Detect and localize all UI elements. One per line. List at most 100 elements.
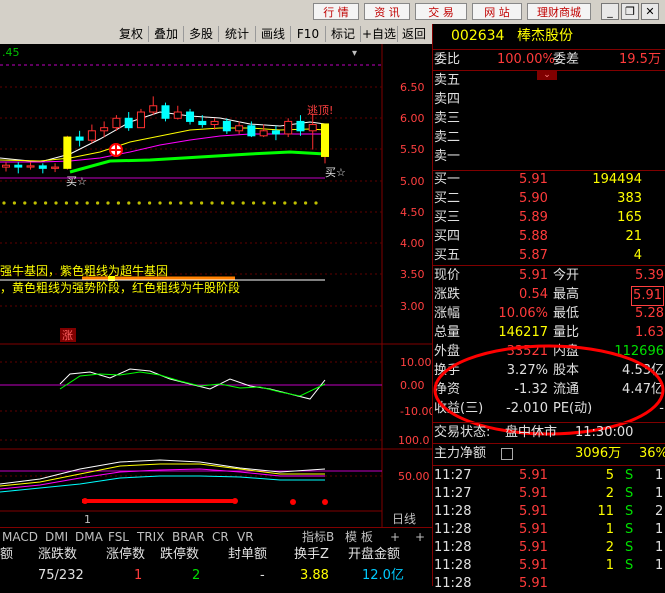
stats-header-1: 涨跌数 [38, 547, 78, 562]
tab-template[interactable]: 模 板 [345, 528, 373, 546]
scroll-down-icon[interactable]: ▾ [352, 48, 357, 59]
buy-row-4: 买四 5.88 21 [433, 228, 665, 246]
sell-row-3: 卖三 [433, 110, 665, 128]
tick-count: 1 [655, 486, 664, 501]
tick-price: 5.91 [519, 486, 548, 501]
tick-side: S [625, 522, 634, 537]
stats-button[interactable]: 统计 [219, 26, 256, 42]
y-tick-450: 4.50 [400, 206, 425, 219]
tab-add-1[interactable]: + [390, 528, 400, 546]
sell-label: 卖一 [434, 149, 461, 164]
tab-dmi[interactable]: DMI [45, 528, 68, 546]
weicha-value: 19.5万 [619, 52, 661, 67]
yellow-dot [137, 201, 141, 205]
minimize-icon[interactable]: _ [601, 3, 619, 20]
ind1-tick-10: 10.00 [400, 356, 432, 369]
tab-macd[interactable]: MACD [2, 528, 38, 546]
yellow-dot [220, 201, 224, 205]
yellow-dot [283, 201, 287, 205]
trade-button[interactable]: 交 易 [415, 3, 467, 20]
candle-body [136, 111, 145, 129]
quote-label-1: 总量 [434, 325, 461, 340]
restore-icon[interactable]: ❐ [621, 3, 639, 20]
quote-value-1: 10.06% [498, 306, 548, 321]
tick-volume: 2 [605, 540, 614, 555]
list-icon[interactable] [501, 448, 513, 460]
tick-row: 11:27 5.91 5 S 1 [433, 467, 665, 485]
yellow-dot [314, 201, 318, 205]
close-icon[interactable]: ✕ [641, 3, 659, 20]
tab-dma[interactable]: DMA [75, 528, 103, 546]
zhang-badge: 涨 [62, 329, 73, 342]
draw-line-button[interactable]: 画线 [256, 26, 291, 42]
yellow-dot [148, 201, 152, 205]
sell-row-4: 卖四 [433, 91, 665, 109]
y-tick-400: 4.00 [400, 237, 425, 250]
tick-count: 1 [655, 540, 664, 555]
quote-label-2: 今开 [553, 268, 580, 283]
stock-title: 002634 棒杰股份 [433, 27, 665, 45]
buy-label: 买二 [434, 191, 461, 206]
buy-price: 5.87 [519, 248, 548, 263]
quote-button[interactable]: 行 情 [313, 3, 359, 20]
stats-value-1: 75/232 [38, 568, 84, 583]
ma-green-thick-line [69, 150, 326, 174]
y-tick-350: 3.50 [400, 268, 425, 281]
candle-body [284, 120, 293, 135]
stats-value-6: 12.0亿 [362, 568, 404, 583]
back-button[interactable]: 返回 [398, 26, 430, 42]
tab-cr[interactable]: CR [212, 528, 229, 546]
period-label[interactable]: 日线 [392, 512, 416, 526]
yellow-dot [262, 201, 266, 205]
stock-code: 002634 [451, 28, 505, 44]
tab-fsl[interactable]: FSL [108, 528, 129, 546]
candle-body [222, 120, 231, 132]
stats-header-0: 额 [0, 547, 14, 562]
stats-header-4: 封单额 [228, 547, 268, 562]
tick-price: 5.91 [519, 522, 548, 537]
add-watchlist-button[interactable]: +自选 [361, 26, 398, 42]
buy-label-2: 买☆ [325, 166, 346, 179]
mark-button[interactable]: 标记 [326, 26, 361, 42]
tick-count: 1 [655, 522, 664, 537]
buy-price: 5.90 [519, 191, 548, 206]
stats-header-row: 额 涨跌数 涨停数 跌停数 封单额 换手Z 开盘金额 [0, 545, 432, 565]
yellow-dot-row [2, 201, 318, 205]
quote-label-1: 涨跌 [434, 287, 461, 302]
candle-body [321, 123, 329, 157]
candle-body [14, 164, 23, 168]
gene-text-line2: ，黄色粗线为强势阶段，红色粗线为牛股阶段 [0, 280, 240, 295]
news-button[interactable]: 资 讯 [364, 3, 410, 20]
quote-value-2: 5.39 [635, 268, 664, 283]
kline-chart[interactable]: .45 ▾ 逃顶! 买☆ 买☆ 强牛基因，紫色粗线为超牛基因 ，黄色粗线为强势阶… [0, 44, 435, 556]
quote-label-2: 最高 [553, 287, 580, 302]
tab-indicator-b[interactable]: 指标B [302, 528, 334, 546]
tick-row: 11:28 5.91 1 S 1 [433, 557, 665, 575]
mall-button[interactable]: 理财商城 [527, 3, 591, 20]
tab-add-2[interactable]: + [415, 528, 425, 546]
yellow-dot [96, 201, 100, 205]
overlay-button[interactable]: 叠加 [149, 26, 184, 42]
tick-price: 5.91 [519, 468, 548, 483]
tab-vr[interactable]: VR [237, 528, 254, 546]
f10-button[interactable]: F10 [291, 26, 326, 42]
multi-stock-button[interactable]: 多股 [184, 26, 219, 42]
fuquan-button[interactable]: 复权 [114, 26, 149, 42]
tab-brar[interactable]: BRAR [172, 528, 205, 546]
candle-body [38, 165, 47, 169]
quote-row-2: 涨幅 10.06% 最低 5.28 [433, 305, 665, 323]
yellow-dot [12, 201, 16, 205]
tick-side: S [625, 540, 634, 555]
ind1-tick-0: 0.00 [400, 379, 425, 392]
tick-price: 5.91 [519, 576, 548, 591]
tick-time: 11:28 [434, 540, 472, 555]
weibi-value: 100.00% [497, 52, 555, 67]
tick-price: 5.91 [519, 504, 548, 519]
tab-trix[interactable]: TRIX [137, 528, 164, 546]
website-button[interactable]: 网 站 [472, 3, 522, 20]
weibi-row: 委比 100.00% 委差 19.5万 [434, 52, 661, 67]
y-tick-650: 6.50 [400, 81, 425, 94]
yellow-dot [85, 201, 89, 205]
stats-header-6: 开盘金额 [348, 547, 401, 562]
tick-row: 11:27 5.91 2 S 1 [433, 485, 665, 503]
